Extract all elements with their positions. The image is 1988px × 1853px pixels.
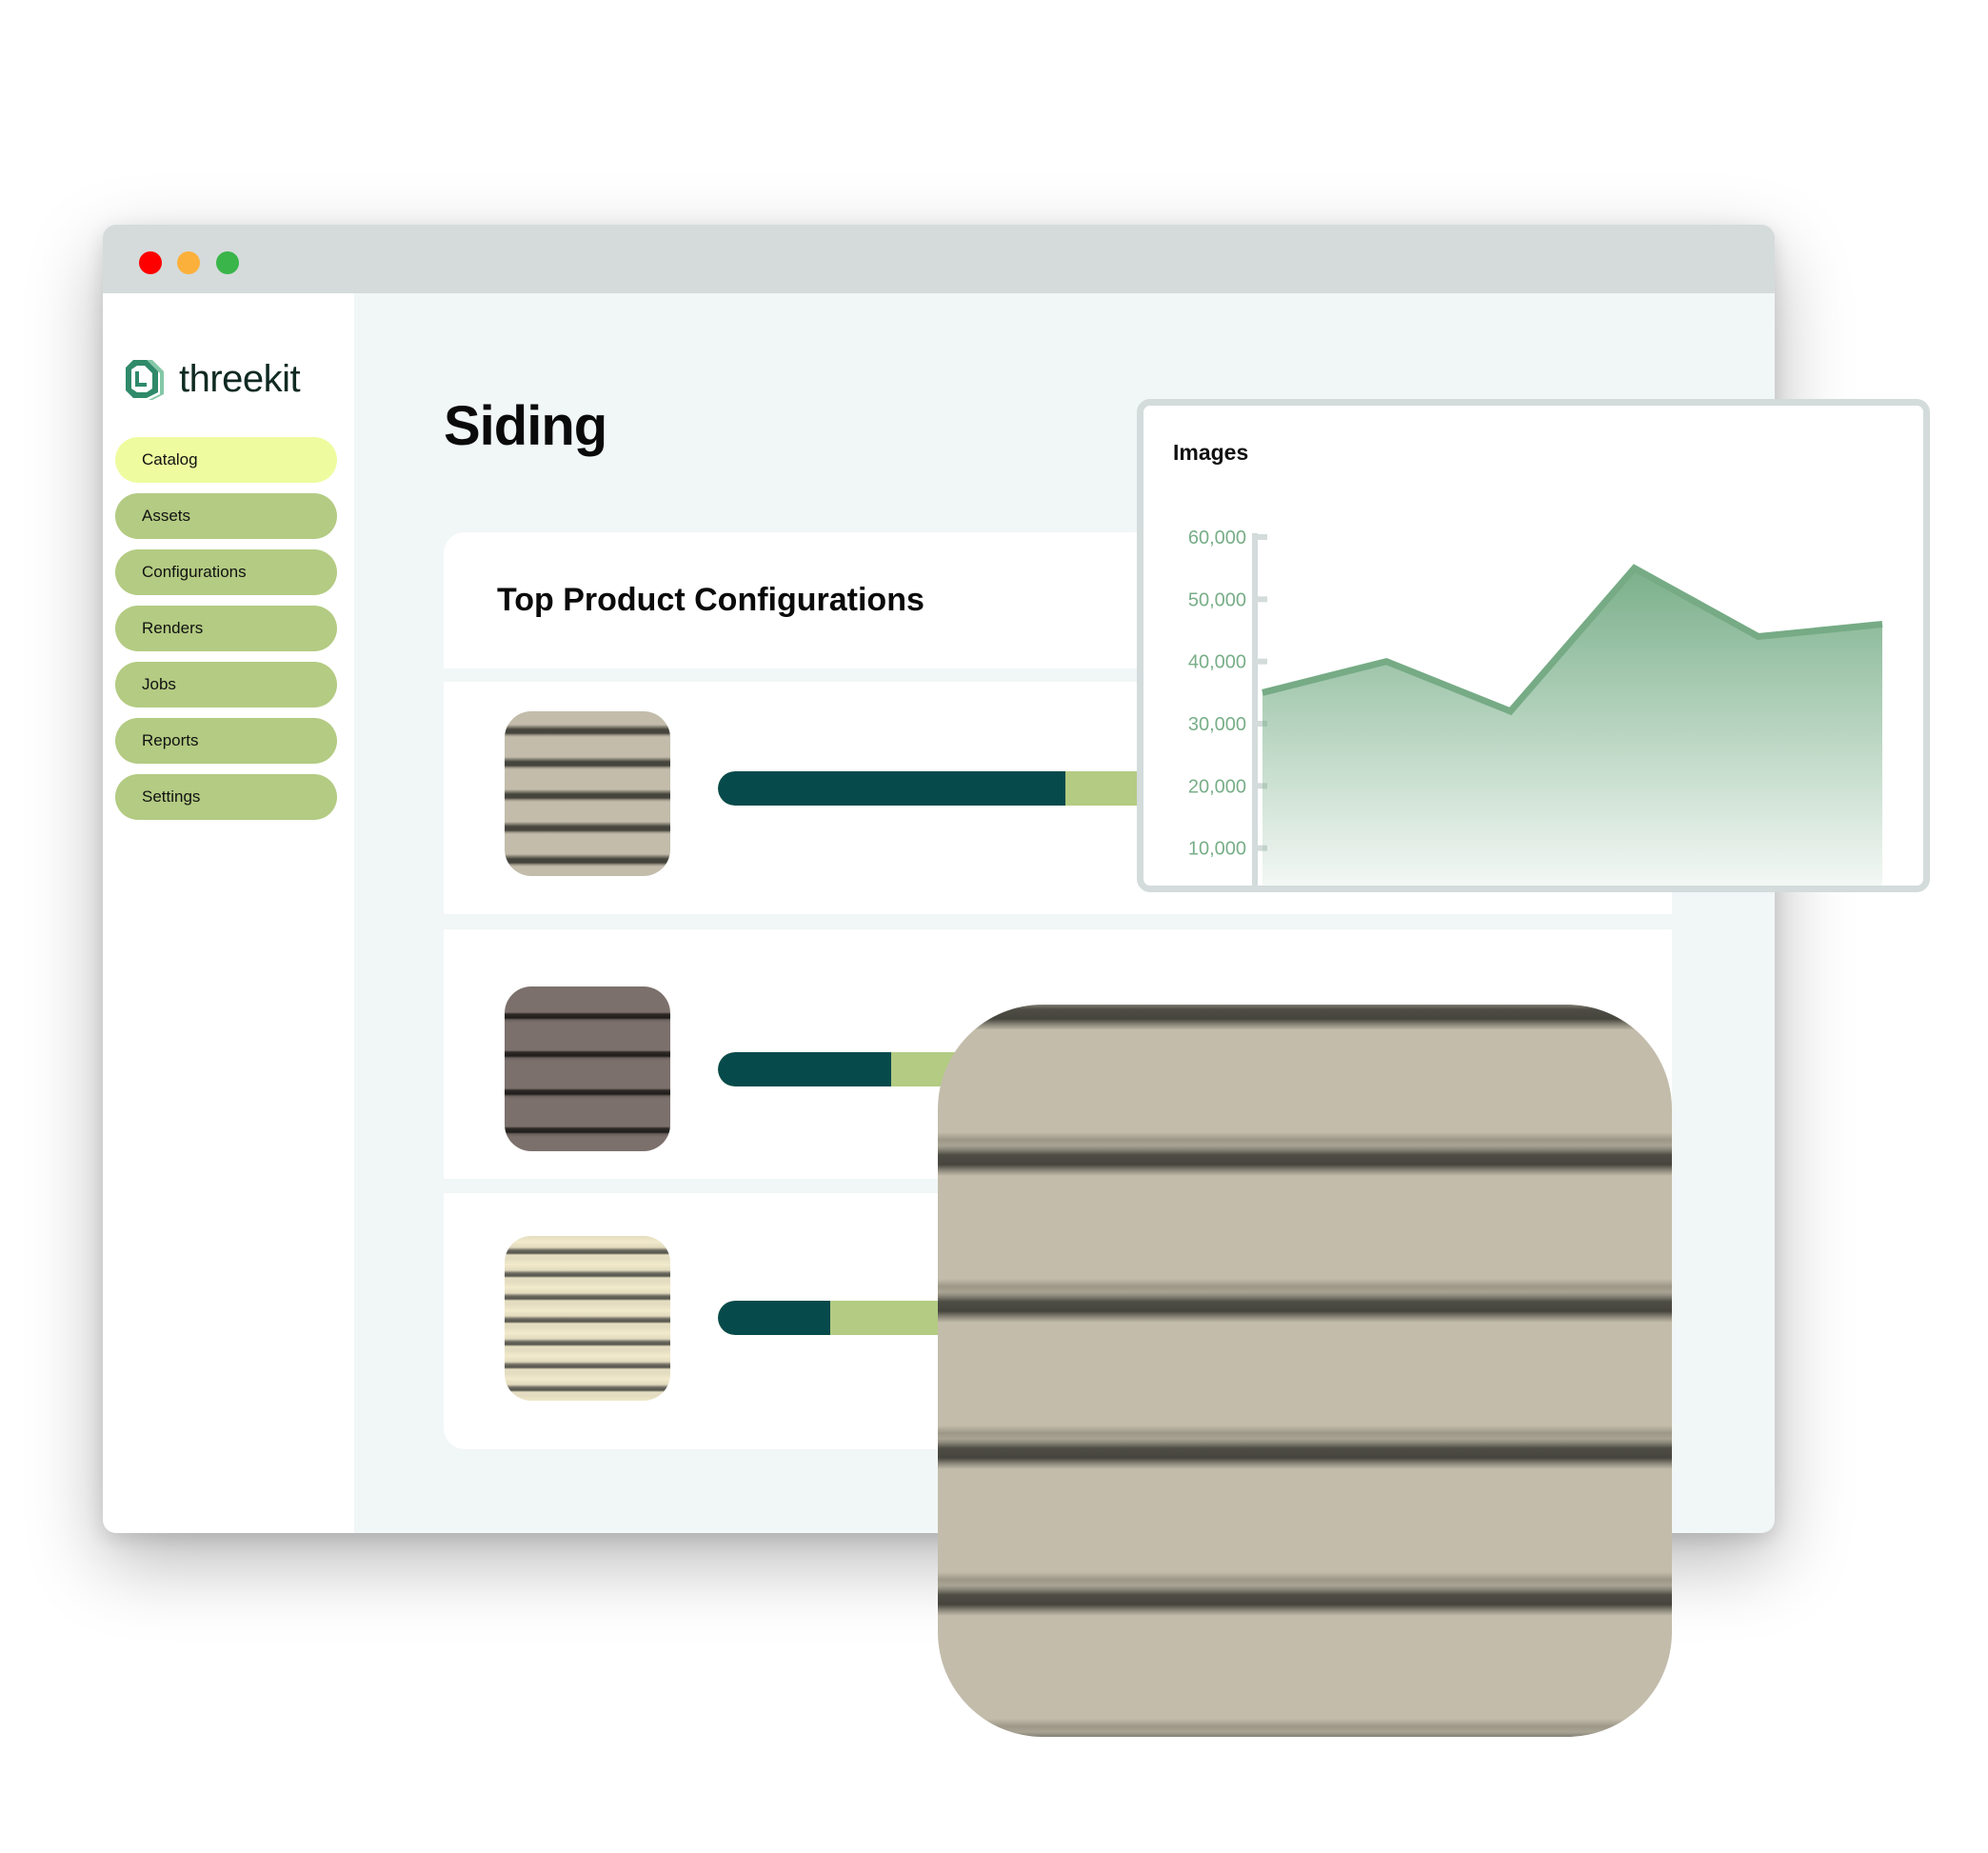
sidebar-item-label: Jobs [142, 675, 176, 693]
sidebar-item-label: Assets [142, 507, 191, 525]
product-swatch-beige[interactable] [505, 711, 670, 876]
minimize-window-button[interactable] [177, 251, 200, 274]
area-fill [1262, 568, 1882, 886]
product-swatch-cream[interactable] [505, 1236, 670, 1401]
y-tick-label: 10,000 [1188, 839, 1246, 860]
popularity-bar-fill [718, 1301, 830, 1335]
brand-logo[interactable]: threekit [124, 356, 301, 402]
brand-name: threekit [179, 357, 301, 400]
featured-siding-swatch [938, 1005, 1672, 1737]
series-images [1262, 564, 1883, 886]
sidebar-nav: Catalog Assets Configurations Renders Jo… [115, 437, 337, 830]
images-chart-panel: Images 10,000 20,000 30,000 40,000 50,000 60,… [1137, 399, 1930, 892]
sidebar-item-label: Configurations [142, 563, 247, 581]
sidebar-item-label: Catalog [142, 450, 198, 468]
close-window-button[interactable] [139, 251, 162, 274]
sidebar-item-assets[interactable]: Assets [115, 493, 337, 539]
threekit-logo-icon [126, 360, 164, 400]
sidebar-item-label: Reports [142, 731, 199, 749]
sidebar-item-label: Settings [142, 787, 201, 806]
sidebar-item-label: Renders [142, 619, 204, 637]
y-tick-label: 30,000 [1188, 714, 1246, 735]
y-tick-label: 20,000 [1188, 776, 1246, 797]
popularity-bar-fill [718, 771, 1065, 806]
sidebar-item-reports[interactable]: Reports [115, 718, 337, 764]
sidebar-item-settings[interactable]: Settings [115, 774, 337, 820]
sidebar-item-configurations[interactable]: Configurations [115, 549, 337, 595]
title-bar [103, 225, 1775, 293]
sidebar-item-jobs[interactable]: Jobs [115, 662, 337, 707]
popularity-bar-fill [718, 1052, 892, 1086]
y-tick-label: 60,000 [1188, 528, 1246, 548]
sidebar-item-renders[interactable]: Renders [115, 606, 337, 651]
sidebar-item-catalog[interactable]: Catalog [115, 437, 337, 483]
y-tick-label: 40,000 [1188, 652, 1246, 673]
card-title: Top Product Configurations [497, 582, 924, 618]
y-tick-label: 50,000 [1188, 589, 1246, 610]
page-title: Siding [444, 395, 607, 457]
sidebar: threekit Catalog Assets Configurations R… [103, 293, 354, 1533]
images-area-chart: 10,000 20,000 30,000 40,000 50,000 60,000 [1188, 528, 1883, 886]
maximize-window-button[interactable] [216, 251, 239, 274]
product-swatch-brown[interactable] [505, 986, 670, 1151]
